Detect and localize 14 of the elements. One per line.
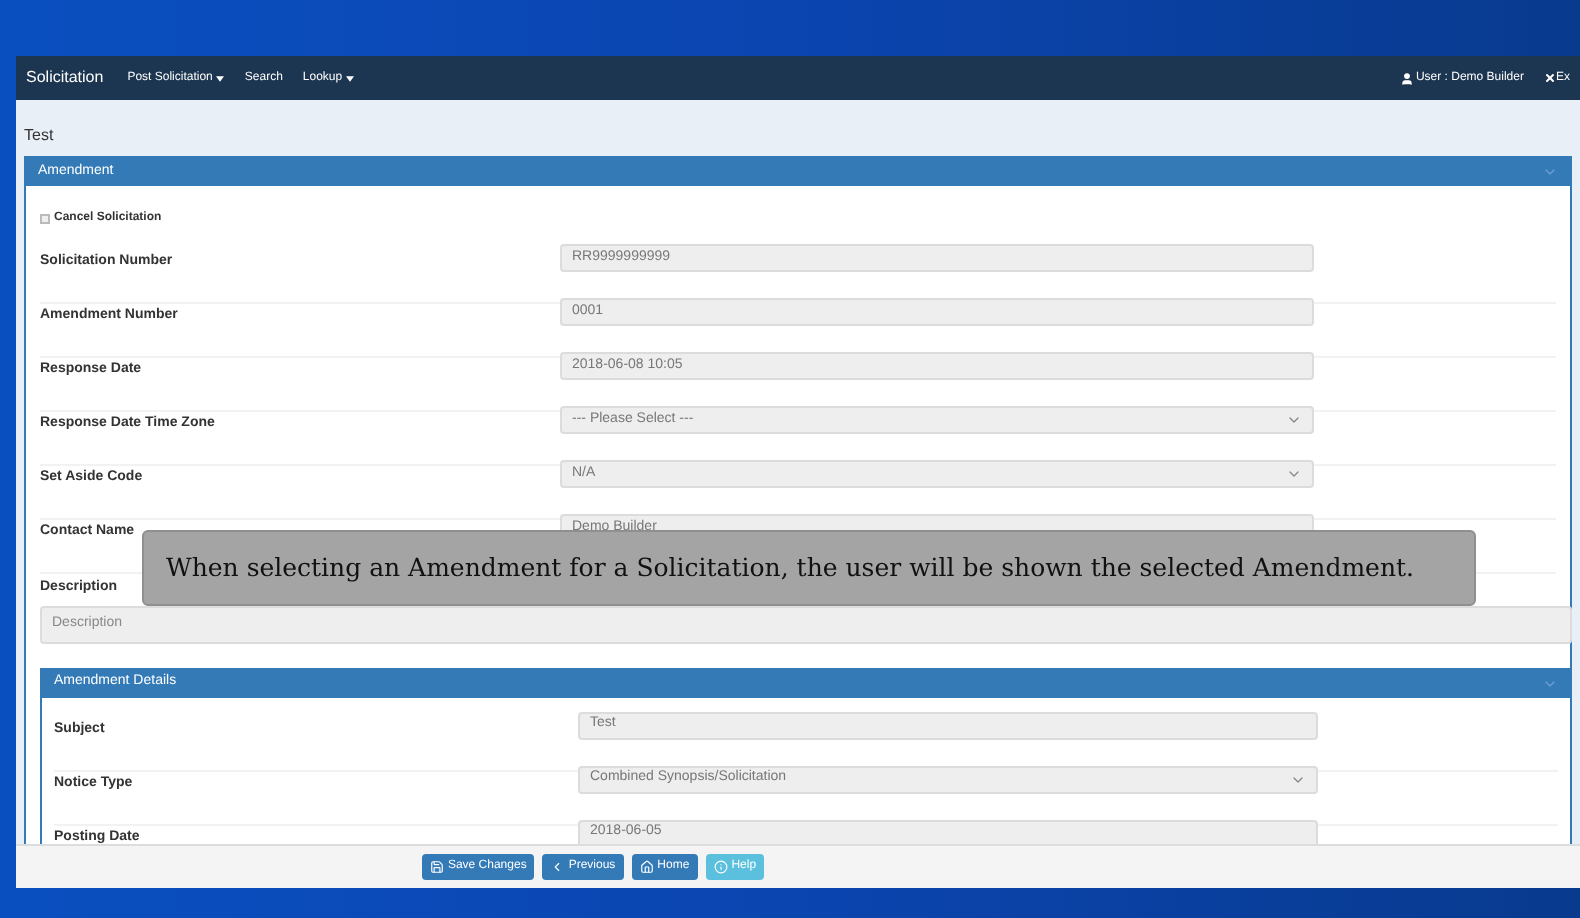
chevron-down-icon: [1286, 412, 1302, 428]
chevron-down-icon: [1286, 466, 1302, 482]
save-icon: [429, 860, 444, 874]
info-icon: [713, 860, 728, 874]
caret-icon: [346, 75, 355, 81]
home-icon: [639, 860, 654, 874]
user-icon: [1399, 71, 1414, 85]
chevron-left-icon: [550, 860, 565, 874]
brand-link[interactable]: Solicitation: [26, 66, 104, 90]
caption-tooltip: When selecting an Amendment for a Solicitation, the user will be shown the selected Amendment.: [142, 530, 1476, 606]
caret-icon: [216, 75, 225, 81]
close-icon: [1543, 72, 1556, 84]
checkbox[interactable]: [40, 213, 50, 223]
page-title: Test: [24, 124, 56, 148]
